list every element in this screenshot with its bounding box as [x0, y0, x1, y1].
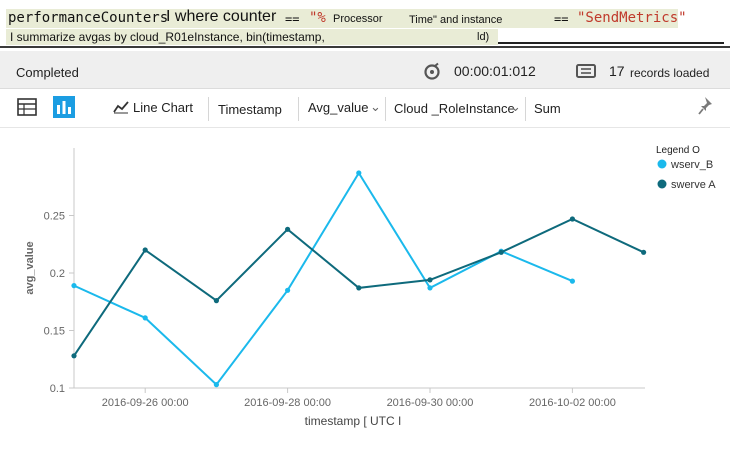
line-chart-icon[interactable]	[113, 100, 129, 114]
x-axis-column[interactable]: Timestamp	[218, 102, 282, 117]
line-chart: 0.1 0.15 0.2 0.25 2016-09-26 00:00 2016-09-28…	[24, 145, 716, 428]
pin-icon[interactable]	[698, 96, 716, 116]
y-axis-column-dropdown[interactable]: Avg_value	[308, 100, 368, 115]
data-point	[427, 277, 433, 283]
records-icon	[576, 64, 596, 79]
x-tick-label: 2016-10-02 00:00	[529, 397, 616, 409]
query-operator-1: ==	[285, 12, 300, 26]
query-where-clause: I where counter	[166, 8, 277, 25]
query-line-2-underline	[498, 42, 724, 44]
toolbar-divider	[298, 97, 299, 121]
aggregation-selector[interactable]: Sum	[534, 101, 561, 116]
legend-swatch	[657, 179, 667, 189]
query-string-1-suffix: Time" and instance	[409, 14, 503, 26]
x-axis-label: timestamp [ UTC I	[305, 414, 402, 428]
query-table-name: performanceCounters	[8, 10, 169, 26]
legend-swatch	[657, 159, 667, 169]
y-tick-label: 0.2	[50, 268, 65, 280]
toolbar-divider	[385, 97, 386, 121]
legend-entry: swerve A	[671, 179, 716, 191]
chart-toolbar: Line Chart Timestamp Avg_value ⌄ Cloud _…	[0, 89, 730, 127]
data-point	[213, 382, 219, 388]
data-point	[569, 216, 576, 222]
chart-type-selector[interactable]: Line Chart	[133, 100, 193, 115]
status-bar: Completed 00:00:01:012 17 records loaded	[0, 51, 730, 89]
data-point	[142, 247, 148, 253]
toolbar-divider	[208, 97, 209, 121]
data-point	[569, 278, 576, 284]
x-tick-label: 2016-09-26 00:00	[102, 397, 189, 409]
query-summarize-tail: ld)	[477, 31, 490, 43]
chevron-down-icon[interactable]: ⌄	[510, 99, 521, 115]
data-point	[427, 285, 433, 291]
data-point	[71, 283, 77, 289]
records-count: 17	[609, 63, 625, 79]
query-editor[interactable]: performanceCounters I where counter == "…	[0, 0, 730, 48]
toolbar-divider	[525, 97, 526, 121]
data-point	[213, 298, 219, 304]
data-point	[356, 285, 362, 291]
split-by-dropdown[interactable]: Cloud _RoleInstance	[394, 101, 515, 116]
data-point	[285, 226, 291, 232]
legend-title: Legend O	[656, 145, 700, 156]
records-label: records loaded	[630, 66, 710, 80]
query-string-1-word: Processor	[333, 13, 383, 25]
y-tick-label: 0.25	[44, 211, 65, 223]
data-point	[356, 170, 362, 176]
chevron-down-icon[interactable]: ⌄	[370, 99, 381, 115]
status-label: Completed	[16, 65, 79, 80]
x-tick-label: 2016-09-28 00:00	[244, 397, 331, 409]
y-tick-label: 0.1	[50, 383, 65, 395]
data-point	[498, 249, 504, 255]
y-axis-label: avg_value	[24, 241, 36, 294]
x-tick-label: 2016-09-30 00:00	[387, 397, 474, 409]
query-string-1-prefix: "%	[309, 10, 326, 26]
data-point	[641, 249, 647, 255]
bar-chart-icon[interactable]	[53, 96, 75, 118]
query-summarize-clause: I summarize avgas by cloud_R01eInstance,…	[10, 30, 325, 44]
query-operator-2: ==	[554, 12, 569, 26]
query-string-2: "SendMetrics"	[577, 10, 687, 26]
data-point	[142, 315, 148, 321]
line-chart-panel: 0.1 0.15 0.2 0.25 2016-09-26 00:00 2016-09-28…	[0, 127, 730, 445]
data-point	[71, 353, 77, 359]
data-point	[285, 287, 291, 293]
table-icon[interactable]	[17, 98, 37, 116]
y-tick-label: 0.15	[44, 326, 65, 338]
series-line-1	[73, 171, 573, 387]
legend-entry: wserv_B	[670, 159, 713, 171]
stopwatch-icon	[423, 62, 441, 80]
elapsed-time: 00:00:01:012	[454, 63, 536, 79]
